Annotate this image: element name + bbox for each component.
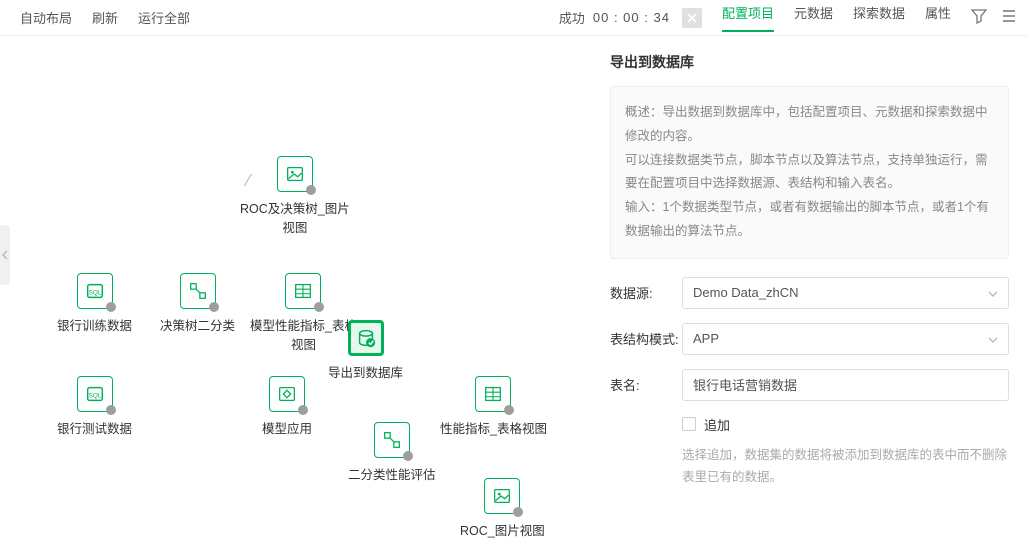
- status-time: 00 : 00 : 34: [593, 10, 670, 25]
- node-roc-tree-image[interactable]: ROC及决策树_图片 视图: [240, 156, 350, 236]
- image-icon: [284, 163, 306, 185]
- append-hint: 选择追加，数据集的数据将被添加到数据库的表中而不删除表里已有的数据。: [682, 444, 1009, 489]
- table-label: 表名:: [610, 375, 682, 394]
- toolbar-refresh[interactable]: 刷新: [92, 8, 118, 27]
- schema-label: 表结构模式:: [610, 329, 682, 348]
- table-icon: [292, 280, 314, 302]
- tab-config[interactable]: 配置项目: [722, 3, 774, 32]
- node-model-apply[interactable]: 模型应用: [262, 376, 312, 437]
- tree-icon: [187, 280, 209, 302]
- tree-icon: [381, 429, 403, 451]
- close-icon[interactable]: [682, 8, 702, 28]
- chevron-down-icon: [988, 285, 998, 300]
- tab-properties[interactable]: 属性: [925, 3, 951, 32]
- panel-title: 导出到数据库: [610, 52, 1009, 72]
- node-decision-tree[interactable]: 决策树二分类: [160, 273, 235, 334]
- node-export-db[interactable]: 导出到数据库: [328, 320, 403, 381]
- tab-explore[interactable]: 探索数据: [853, 3, 905, 32]
- svg-text:SQL: SQL: [88, 393, 101, 400]
- table-icon: [482, 383, 504, 405]
- sql-icon: SQL: [84, 383, 106, 405]
- database-icon: [355, 327, 377, 349]
- toolbar-auto-layout[interactable]: 自动布局: [20, 8, 72, 27]
- toolbar-run-all[interactable]: 运行全部: [138, 8, 190, 27]
- schema-select[interactable]: APP: [682, 323, 1009, 355]
- datasource-select[interactable]: Demo Data_zhCN: [682, 277, 1009, 309]
- list-icon[interactable]: [1001, 8, 1017, 27]
- right-panel: 导出到数据库 概述：导出数据到数据库中，包括配置项目、元数据和探索数据中修改的内…: [592, 36, 1027, 541]
- chevron-down-icon: [988, 331, 998, 346]
- node-bank-train-data[interactable]: SQL 银行训练数据: [57, 273, 132, 334]
- tab-metadata[interactable]: 元数据: [794, 3, 833, 32]
- node-roc-image[interactable]: ROC_图片视图: [460, 478, 545, 539]
- svg-text:SQL: SQL: [88, 290, 101, 297]
- sql-icon: SQL: [84, 280, 106, 302]
- node-perf-table[interactable]: 性能指标_表格视图: [440, 376, 547, 437]
- table-name-input[interactable]: [682, 369, 1009, 401]
- filter-icon[interactable]: [971, 8, 987, 27]
- image-icon: [491, 485, 513, 507]
- panel-description: 概述：导出数据到数据库中，包括配置项目、元数据和探索数据中修改的内容。 可以连接…: [610, 86, 1009, 259]
- diamond-icon: [276, 383, 298, 405]
- datasource-label: 数据源:: [610, 283, 682, 302]
- append-checkbox[interactable]: [682, 417, 696, 431]
- topbar: 自动布局 刷新 运行全部 成功 00 : 00 : 34 配置项目 元数据 探索…: [0, 0, 1027, 36]
- status-label: 成功: [559, 8, 585, 27]
- append-label: 追加: [704, 415, 730, 434]
- node-bank-test-data[interactable]: SQL 银行测试数据: [57, 376, 132, 437]
- workflow-canvas[interactable]: SQL 银行训练数据 决策树二分类 ROC及决策树_图片 视图 模型性能指标_表…: [0, 36, 592, 541]
- node-binary-eval[interactable]: 二分类性能评估: [348, 422, 436, 483]
